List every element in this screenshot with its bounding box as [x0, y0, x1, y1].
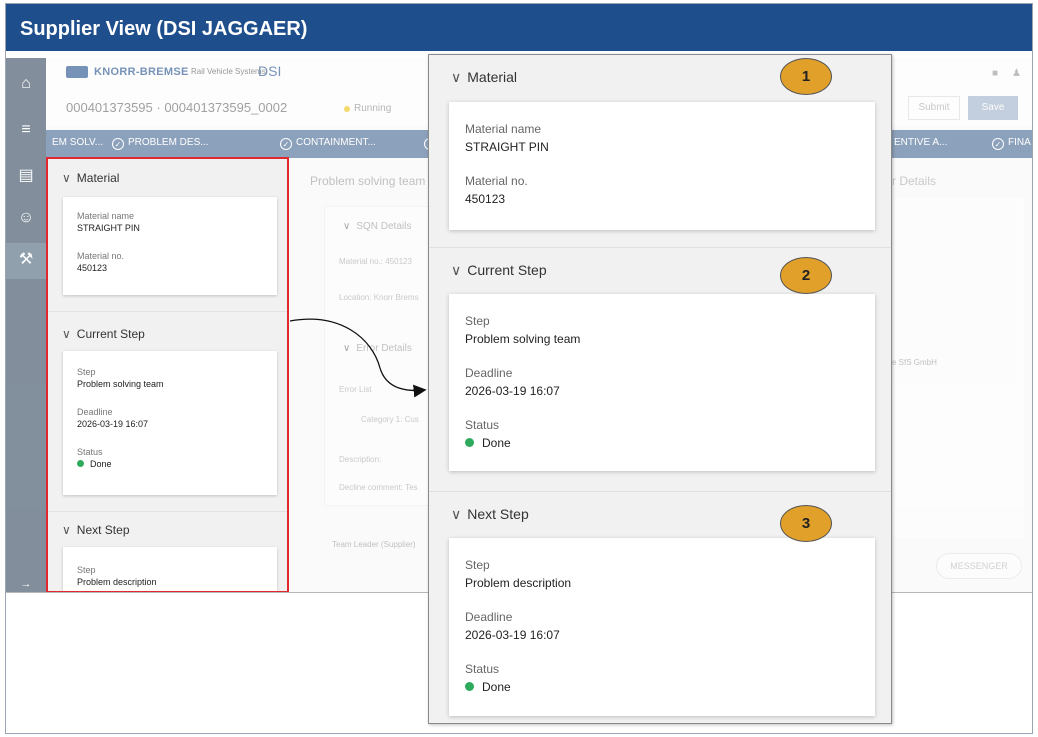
- user-icon[interactable]: ♟: [1012, 68, 1021, 79]
- sqn-card: ∨ SQN Details Material no.: 450123 Locati…: [324, 206, 444, 506]
- next-step-card: Step Problem description Deadline 2026-0…: [449, 538, 875, 716]
- chevron-down-icon: ∨: [62, 523, 71, 537]
- chevron-down-icon: ∨: [343, 343, 351, 354]
- step-value: Problem solving team: [77, 379, 164, 389]
- material-name-label: Material name: [77, 211, 135, 221]
- deadline-value: 2026-03-19 16:07: [465, 384, 560, 398]
- product-name: DSI: [258, 63, 282, 79]
- status-done-dot: [77, 460, 84, 467]
- material-no-label: Material no.: [77, 251, 125, 261]
- current-step-card: Step Problem solving team Deadline 2026-…: [63, 351, 277, 495]
- save-button[interactable]: Save: [968, 96, 1018, 120]
- status-label: Status: [465, 418, 500, 432]
- next-step-card: Step Problem description: [63, 547, 277, 591]
- highlighted-side-panel: ∨ Material Material name STRAIGHT PIN Mat…: [46, 157, 289, 592]
- deadline-value: 2026-03-19 16:07: [77, 419, 149, 429]
- callout-badge-2: 2: [780, 257, 832, 294]
- current-step-section-header[interactable]: ∨ Current Step: [451, 262, 547, 279]
- messenger-button[interactable]: MESSENGER: [936, 553, 1022, 579]
- callout-badge-3: 3: [780, 505, 832, 542]
- material-name-value: STRAIGHT PIN: [77, 223, 140, 233]
- current-step-section-header[interactable]: ∨ Current Step: [62, 327, 145, 341]
- chevron-down-icon: ∨: [62, 327, 71, 341]
- brand-subtitle: Rail Vehicle Systems: [191, 67, 266, 76]
- status-value: Done: [465, 680, 511, 694]
- material-no-value: 450123: [77, 263, 108, 273]
- problem-solving-team-heading: Problem solving team: [310, 174, 426, 188]
- deadline-label: Deadline: [77, 407, 113, 417]
- deadline-value: 2026-03-19 16:07: [465, 628, 560, 642]
- step-label: Step: [77, 565, 96, 575]
- material-name-label: Material name: [465, 122, 542, 136]
- current-step-card: Step Problem solving team Deadline 2026-…: [449, 294, 875, 471]
- slide-title: Supplier View (DSI JAGGAER): [6, 4, 1032, 53]
- running-status-dot: [344, 106, 350, 112]
- database-icon[interactable]: ≡: [16, 120, 36, 140]
- zoomed-side-panel: ∨ Material Material name STRAIGHT PIN Mat…: [428, 54, 892, 724]
- documents-icon[interactable]: ▤: [16, 166, 36, 186]
- chevron-down-icon: ∨: [451, 506, 462, 522]
- deadline-label: Deadline: [465, 366, 513, 380]
- deadline-label: Deadline: [465, 610, 513, 624]
- section-divider: [48, 311, 287, 312]
- step-label: Step: [465, 314, 490, 328]
- step-tab[interactable]: EM SOLV...: [52, 137, 103, 148]
- step-value: Problem description: [77, 577, 157, 587]
- material-no-label: Material no.: [465, 174, 528, 188]
- chat-icon[interactable]: ■: [992, 68, 998, 79]
- material-section-header[interactable]: ∨ Material: [62, 171, 119, 185]
- section-divider: [48, 511, 287, 512]
- step-tab[interactable]: ✓ FINA: [992, 137, 1031, 150]
- decline-comment: Decline comment: Tes: [339, 483, 418, 492]
- callout-badge-1: 1: [780, 58, 832, 95]
- wrench-icon[interactable]: ⚒: [16, 250, 36, 270]
- supplier-name: e SfS GmbH: [892, 358, 937, 367]
- step-label: Step: [465, 558, 490, 572]
- sqn-details-heading[interactable]: ∨ SQN Details: [343, 221, 411, 232]
- sqn-location: Location: Knorr Brems: [339, 293, 419, 302]
- status-value: Done: [465, 436, 511, 450]
- submit-button[interactable]: Submit: [908, 96, 960, 120]
- error-list-label: Error List: [339, 385, 372, 394]
- next-step-section-header[interactable]: ∨ Next Step: [62, 523, 130, 537]
- step-value: Problem solving team: [465, 332, 581, 346]
- team-leader-label: Team Leader (Supplier): [332, 540, 416, 549]
- section-divider: [429, 247, 891, 248]
- chevron-down-icon: ∨: [451, 262, 462, 278]
- next-step-section-header[interactable]: ∨ Next Step: [451, 506, 529, 523]
- chevron-down-icon: ∨: [451, 69, 462, 85]
- step-tab[interactable]: ENTIVE A...: [894, 137, 947, 148]
- brand-name: KNORR-BREMSE: [94, 66, 189, 78]
- case-id: 000401373595 · 000401373595_0002: [66, 100, 288, 115]
- status-label: Status: [465, 662, 500, 676]
- step-value: Problem description: [465, 576, 572, 590]
- status-label: Status: [77, 447, 103, 457]
- material-section-header[interactable]: ∨ Material: [451, 69, 517, 86]
- error-details-heading[interactable]: ∨ Error Details: [343, 343, 412, 354]
- chevron-down-icon: ∨: [343, 221, 351, 232]
- material-no-value: 450123: [465, 192, 506, 206]
- step-tab[interactable]: ✓ CONTAINMENT...: [280, 137, 376, 150]
- status-value: Done: [77, 459, 112, 469]
- error-category: Category 1: Cus: [361, 415, 419, 424]
- material-name-value: STRAIGHT PIN: [465, 140, 549, 154]
- details-heading: r Details: [892, 174, 937, 188]
- running-status: Running: [354, 103, 392, 114]
- status-done-dot: [465, 682, 474, 691]
- brand-logo: [66, 66, 88, 78]
- chevron-down-icon: ∨: [62, 171, 71, 185]
- status-done-dot: [465, 438, 474, 447]
- material-card: Material name STRAIGHT PIN Material no. …: [449, 102, 875, 230]
- user-hand-icon[interactable]: ☺: [16, 208, 36, 228]
- section-divider: [429, 491, 891, 492]
- left-nav: ⌂ ≡ ▤ ☺ ⚒ →: [6, 58, 46, 592]
- description-label: Description:: [339, 455, 382, 464]
- details-card: [886, 198, 1024, 538]
- step-tab[interactable]: ✓ PROBLEM DES...: [112, 137, 209, 150]
- material-card: Material name STRAIGHT PIN Material no. …: [63, 197, 277, 295]
- sqn-material-no: Material no.: 450123: [339, 257, 412, 266]
- expand-arrow-icon[interactable]: →: [16, 574, 36, 592]
- home-icon[interactable]: ⌂: [16, 74, 36, 94]
- step-label: Step: [77, 367, 96, 377]
